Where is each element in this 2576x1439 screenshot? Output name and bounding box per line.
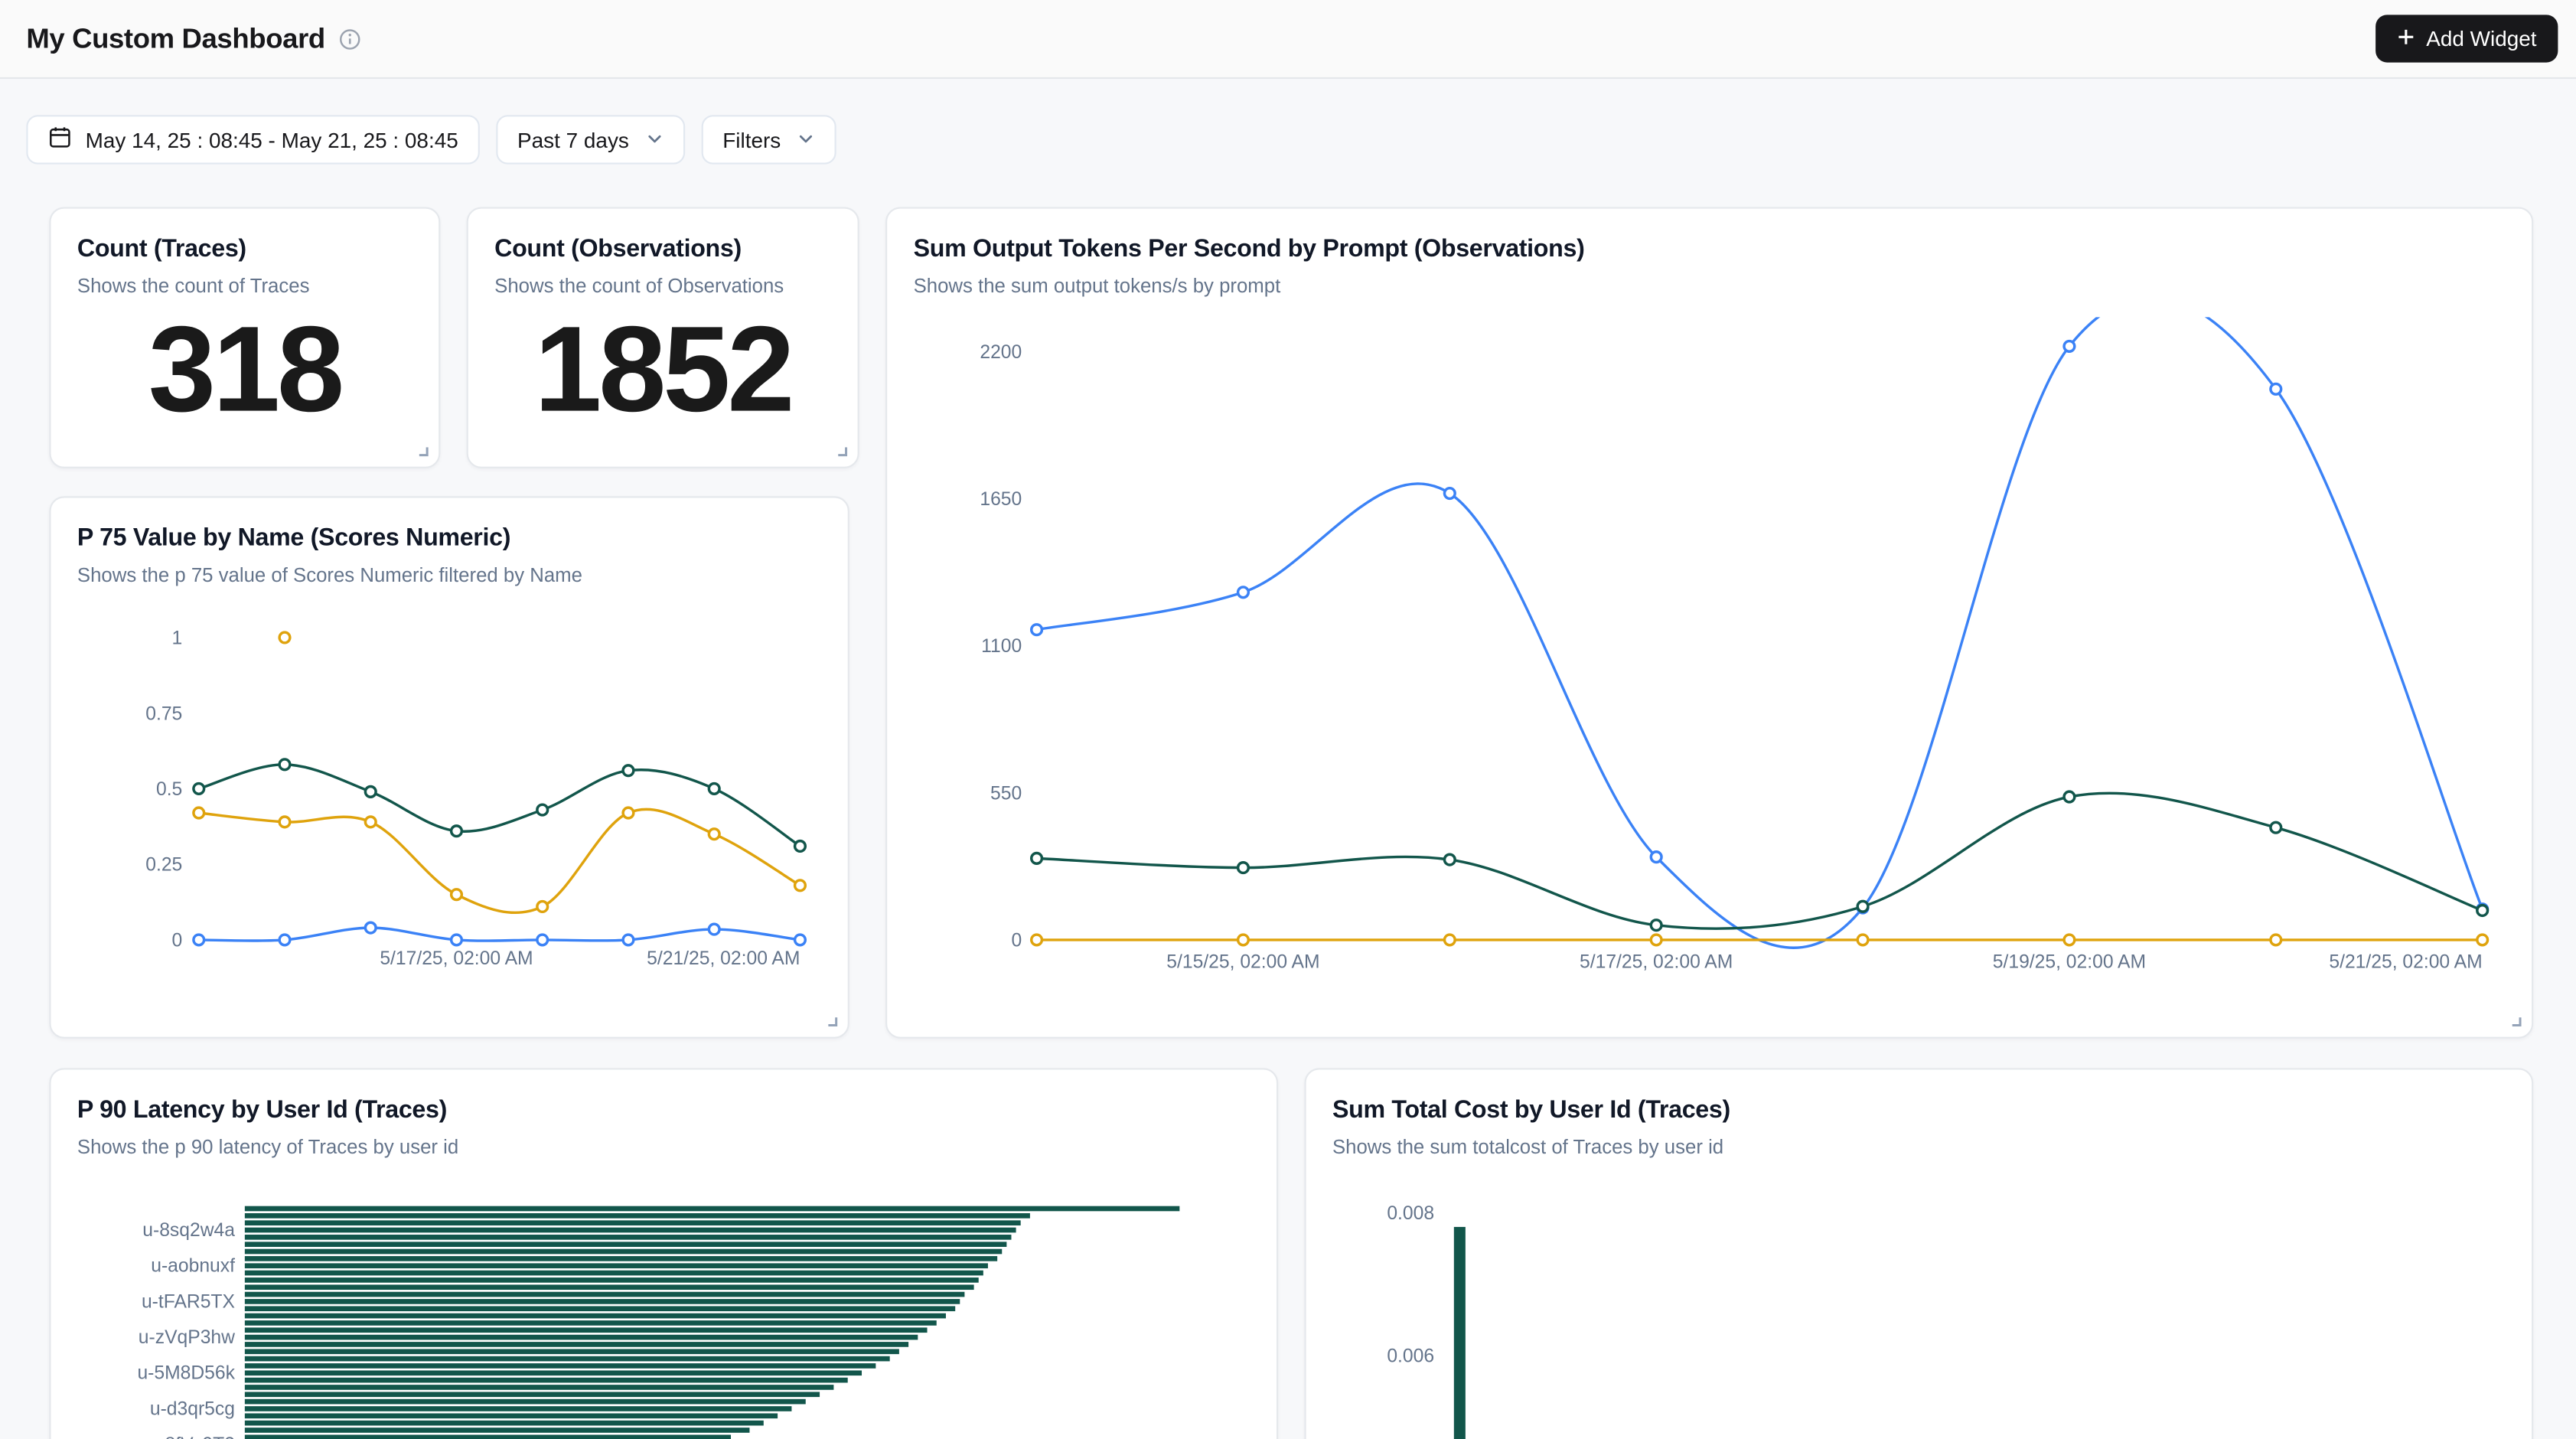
widget-description: Shows the p 75 value of Scores Numeric f… — [77, 563, 821, 586]
metric-value: 1852 — [468, 314, 858, 426]
page-title: My Custom Dashboard — [26, 22, 324, 55]
widget-count-traces: Count (Traces) Shows the count of Traces… — [49, 207, 440, 468]
date-range-picker[interactable]: May 14, 25 : 08:45 - May 21, 25 : 08:45 — [26, 115, 479, 164]
widget-title: Count (Traces) — [77, 235, 412, 263]
widget-title: Sum Total Cost by User Id (Traces) — [1332, 1096, 2506, 1124]
resize-handle-icon[interactable] — [831, 440, 849, 458]
add-widget-button[interactable]: Add Widget — [2375, 15, 2558, 62]
tokens-per-second-line-chart: 0 550 1100 1650 2200 5/15/25, 02:00 AM 5/17/25… — [887, 317, 2535, 1000]
svg-text:5/19/25, 02:00 AM: 5/19/25, 02:00 AM — [1993, 951, 2146, 972]
svg-text:0.5: 0.5 — [156, 779, 182, 800]
add-widget-label: Add Widget — [2426, 26, 2536, 51]
filters-dropdown[interactable]: Filters — [701, 115, 836, 164]
widget-title: P 75 Value by Name (Scores Numeric) — [77, 524, 821, 552]
svg-text:5/17/25, 02:00 AM: 5/17/25, 02:00 AM — [380, 948, 533, 969]
resize-handle-icon[interactable] — [2506, 1010, 2524, 1029]
page-header: My Custom Dashboard Add Widget — [0, 0, 2576, 79]
widget-p90-latency-by-user: P 90 Latency by User Id (Traces) Shows t… — [49, 1068, 1278, 1439]
svg-text:u-8fVa9T3: u-8fVa9T3 — [148, 1434, 235, 1439]
svg-text:0: 0 — [1012, 930, 1022, 951]
plus-icon — [2397, 26, 2415, 51]
widget-description: Shows the p 90 latency of Traces by user… — [77, 1135, 1251, 1158]
calendar-icon — [47, 125, 72, 155]
filters-label: Filters — [722, 127, 781, 152]
svg-text:u-tFAR5TX: u-tFAR5TX — [142, 1291, 235, 1312]
svg-text:u-5M8D56k: u-5M8D56k — [137, 1363, 235, 1384]
svg-text:5/15/25, 02:00 AM: 5/15/25, 02:00 AM — [1166, 951, 1319, 972]
svg-text:u-8sq2w4a: u-8sq2w4a — [142, 1220, 235, 1241]
svg-text:1100: 1100 — [981, 636, 1022, 657]
svg-text:0: 0 — [172, 930, 183, 951]
svg-text:0.25: 0.25 — [145, 855, 182, 876]
range-preset-dropdown[interactable]: Past 7 days — [496, 115, 685, 164]
total-cost-bar-chart: 0.006 0.008 — [1306, 1185, 2535, 1439]
range-preset-value: Past 7 days — [517, 127, 629, 152]
svg-text:0.75: 0.75 — [145, 703, 182, 724]
svg-text:5/17/25, 02:00 AM: 5/17/25, 02:00 AM — [1580, 951, 1733, 972]
dashboard-page: My Custom Dashboard Add Widget May 14, 2… — [0, 0, 2576, 1439]
svg-text:550: 550 — [990, 783, 1022, 804]
widget-sum-output-tokens: Sum Output Tokens Per Second by Prompt (… — [885, 207, 2533, 1038]
widget-p75-value-by-name: P 75 Value by Name (Scores Numeric) Show… — [49, 496, 849, 1038]
widget-sum-total-cost-by-user: Sum Total Cost by User Id (Traces) Shows… — [1304, 1068, 2533, 1439]
widget-description: Shows the sum totalcost of Traces by use… — [1332, 1135, 2506, 1158]
svg-text:1650: 1650 — [980, 489, 1022, 510]
p75-value-line-chart: 0 0.25 0.5 0.75 1 5/17/25, 02:00 AM 5/21/25, 0… — [51, 596, 851, 984]
svg-text:5/21/25, 02:00 AM: 5/21/25, 02:00 AM — [647, 948, 800, 969]
widget-description: Shows the count of Traces — [77, 274, 412, 297]
widget-title: Sum Output Tokens Per Second by Prompt (… — [914, 235, 2506, 263]
svg-text:0.008: 0.008 — [1387, 1203, 1434, 1224]
chevron-down-icon — [797, 127, 816, 152]
p90-latency-bar-chart: u-8sq2w4a u-aobnuxf u-tFAR5TX u-zVqP3hw u-5M… — [51, 1185, 1280, 1439]
svg-text:u-zVqP3hw: u-zVqP3hw — [139, 1327, 235, 1348]
svg-text:0.006: 0.006 — [1387, 1346, 1434, 1367]
date-range-value: May 14, 25 : 08:45 - May 21, 25 : 08:45 — [86, 127, 458, 152]
widget-title: P 90 Latency by User Id (Traces) — [77, 1096, 1251, 1124]
filter-toolbar: May 14, 25 : 08:45 - May 21, 25 : 08:45 … — [26, 115, 836, 164]
svg-text:1: 1 — [172, 628, 183, 649]
resize-handle-icon[interactable] — [412, 440, 431, 458]
svg-text:2200: 2200 — [980, 342, 1022, 363]
metric-value: 318 — [51, 314, 439, 426]
widget-description: Shows the count of Observations — [494, 274, 831, 297]
widget-description: Shows the sum output tokens/s by prompt — [914, 274, 2506, 297]
info-icon[interactable] — [338, 27, 361, 50]
svg-text:5/21/25, 02:00 AM: 5/21/25, 02:00 AM — [2329, 951, 2482, 972]
widget-title: Count (Observations) — [494, 235, 831, 263]
svg-text:u-d3qr5cg: u-d3qr5cg — [150, 1398, 235, 1419]
resize-handle-icon[interactable] — [821, 1010, 840, 1029]
svg-text:u-aobnuxf: u-aobnuxf — [151, 1256, 235, 1277]
widget-count-observations: Count (Observations) Shows the count of … — [467, 207, 859, 468]
chevron-down-icon — [645, 127, 664, 152]
